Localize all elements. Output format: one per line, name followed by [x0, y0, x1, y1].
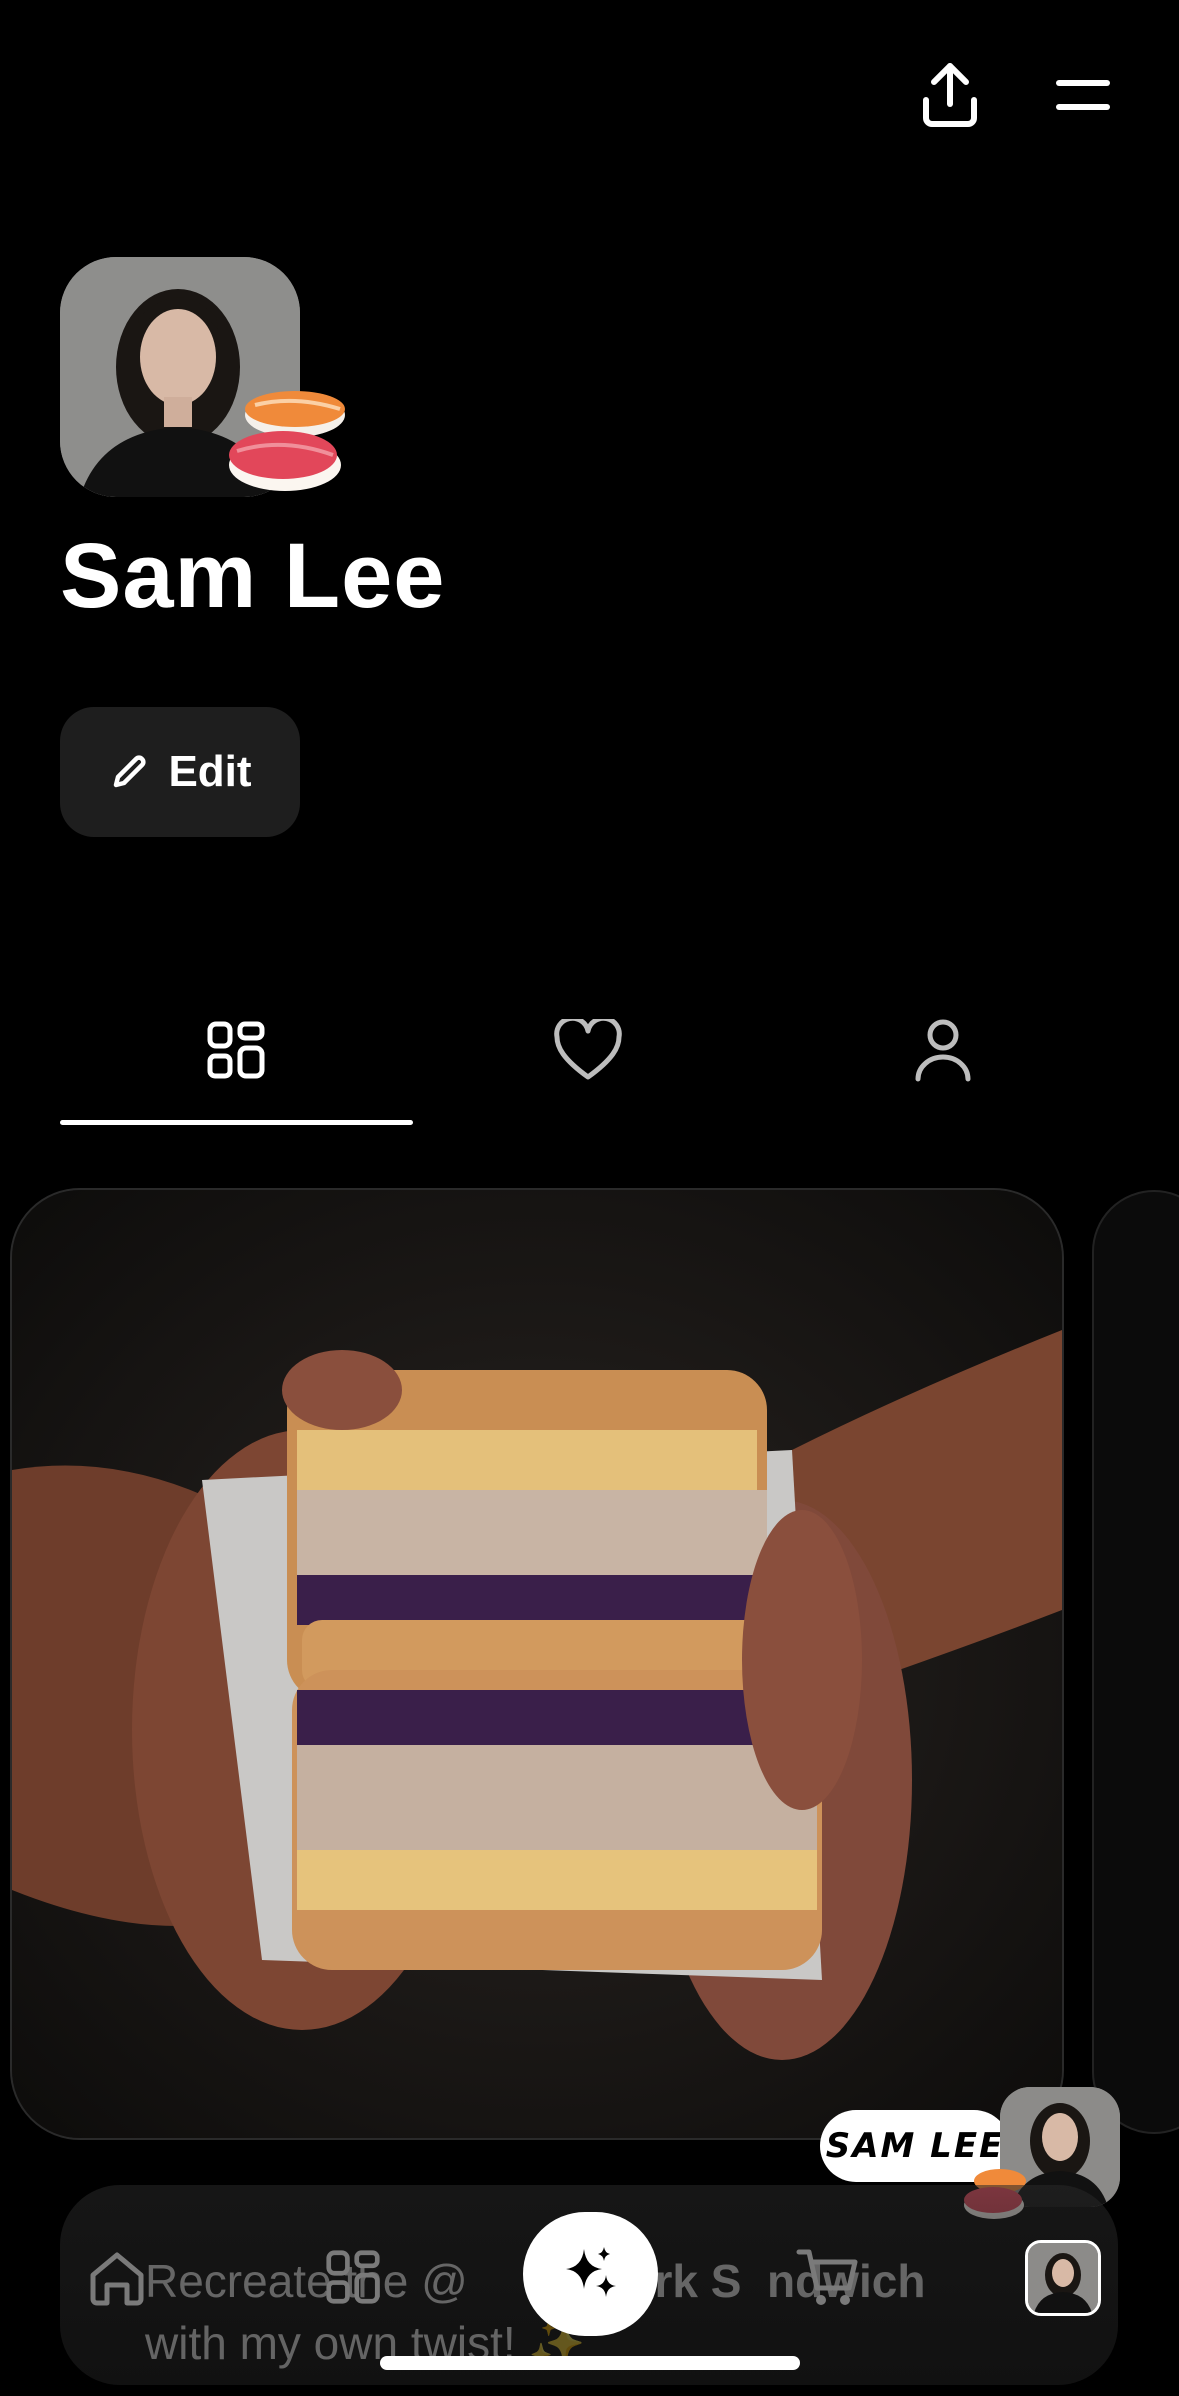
menu-button[interactable] [1045, 70, 1120, 120]
post-card[interactable] [10, 1188, 1064, 2140]
heart-icon [554, 1019, 622, 1080]
sushi-icon [229, 391, 345, 491]
tab-posts[interactable] [196, 1010, 276, 1090]
cart-icon [796, 2249, 858, 2305]
user-icon [915, 1019, 971, 1082]
next-post-card[interactable] [1092, 1190, 1179, 2134]
nav-cart[interactable] [793, 2242, 863, 2312]
edit-label: Edit [168, 747, 252, 796]
active-tab-indicator [60, 1120, 413, 1125]
nav-feed[interactable] [318, 2242, 388, 2312]
edit-profile-button[interactable]: Edit [60, 707, 300, 837]
grid-icon [326, 2250, 380, 2304]
menu-icon [1055, 80, 1110, 110]
tab-favorites[interactable] [548, 1010, 628, 1090]
author-badge-label: SAM LEE [825, 2126, 1005, 2166]
grid-icon [207, 1021, 265, 1079]
tab-profile[interactable] [903, 1010, 983, 1090]
avatar-image [1028, 2243, 1098, 2313]
home-indicator [380, 2356, 800, 2370]
share-button[interactable] [915, 55, 985, 135]
post-image [12, 1190, 1062, 2138]
upload-icon [923, 63, 977, 127]
nav-home[interactable] [82, 2242, 152, 2312]
nav-create-button[interactable] [523, 2212, 658, 2336]
profile-name: Sam Lee [60, 525, 446, 627]
nav-profile[interactable] [1025, 2240, 1101, 2316]
sparkle-icon [565, 2247, 616, 2297]
home-icon [90, 2252, 144, 2306]
pencil-icon [114, 755, 146, 788]
